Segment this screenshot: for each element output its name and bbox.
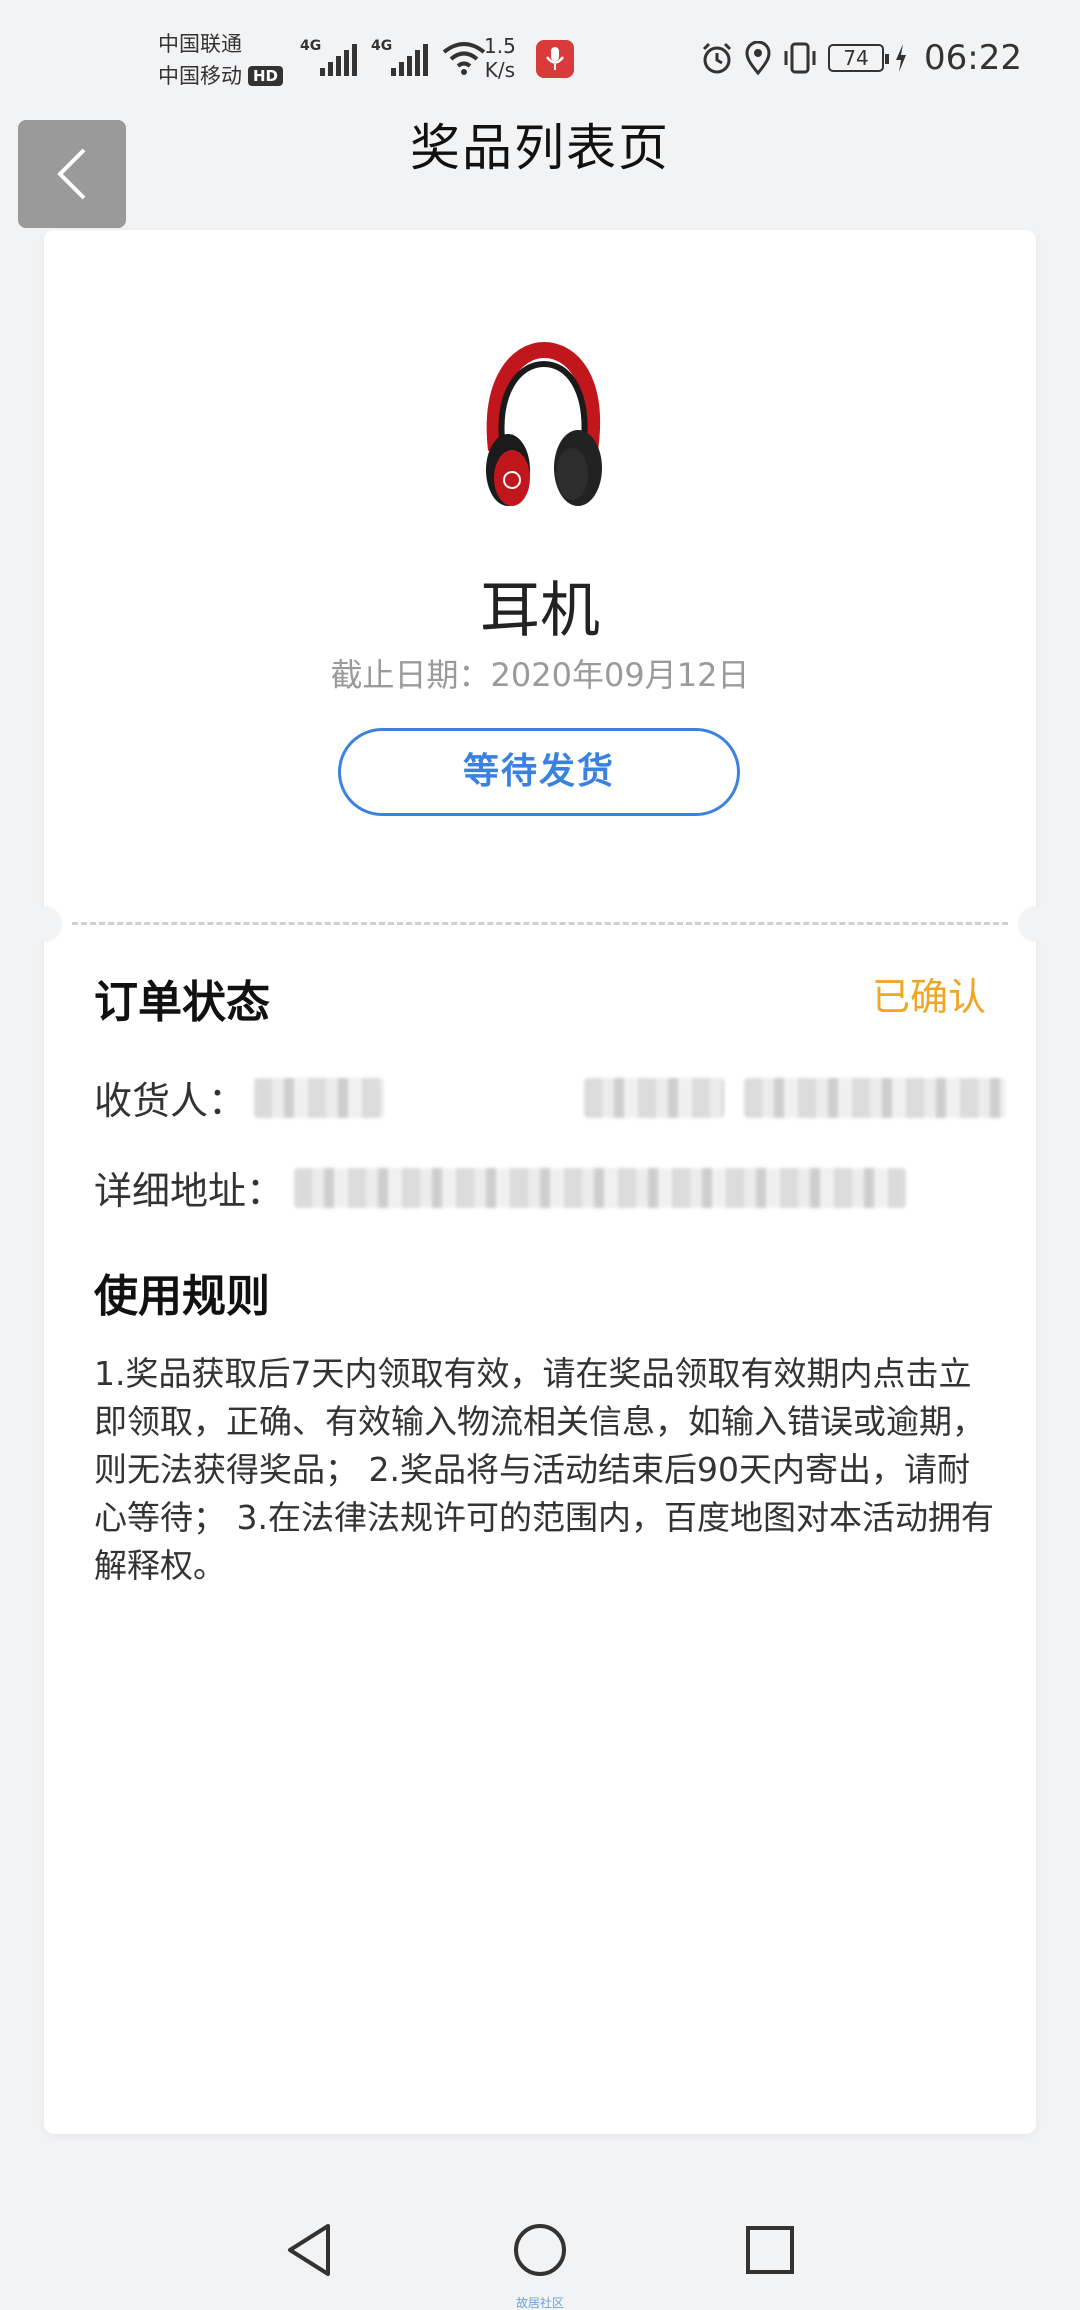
network-type-1: 4G	[300, 38, 322, 54]
order-status-value: 已确认	[871, 975, 986, 1019]
signal-group: 4G 4G	[300, 38, 486, 76]
address-label: 详细地址：	[94, 1169, 285, 1213]
nav-home-icon[interactable]	[510, 2220, 570, 2280]
nav-back-icon[interactable]	[280, 2220, 340, 2280]
network-type-2: 4G	[371, 38, 393, 54]
order-status-title: 订单状态	[94, 977, 270, 1028]
vibrate-icon	[784, 42, 816, 74]
signal-icon: 4G	[300, 38, 357, 76]
rules-title: 使用规则	[94, 1271, 270, 1322]
card-notch-left	[26, 906, 62, 942]
page-title: 奖品列表页	[410, 119, 670, 177]
charging-icon	[896, 44, 907, 72]
battery-icon: 74	[828, 44, 890, 72]
prize-card: 耳机 截止日期：2020年09月12日 等待发货 订单状态 已确认 收货人： 详…	[26, 230, 1054, 2134]
hd-badge: HD	[248, 66, 284, 86]
nav-recents-icon[interactable]	[740, 2220, 800, 2280]
receiver-row: 收货人：	[94, 1070, 1007, 1125]
signal-icon: 4G	[371, 38, 428, 76]
redacted-receiver-name	[254, 1077, 385, 1118]
alarm-icon	[702, 42, 732, 74]
carrier-1: 中国联通	[158, 32, 242, 56]
redacted-receiver-info	[584, 1077, 725, 1118]
receiver-label: 收货人：	[94, 1079, 247, 1123]
dashed-divider	[72, 922, 1008, 925]
speed-value: 1.5	[484, 34, 516, 58]
network-speed: 1.5 K/s	[484, 34, 516, 82]
mic-icon	[536, 40, 574, 78]
navigation-bar: 故居社区	[0, 2190, 1080, 2310]
card-notch-right	[1018, 906, 1054, 942]
address-row: 详细地址：	[94, 1160, 907, 1215]
status-right: 74 06:22	[700, 38, 1022, 78]
carrier-2: 中国移动	[158, 64, 242, 88]
rules-text: 1.奖品获取后7天内领取有效，请在奖品领取有效期内点击立即领取，正确、有效输入物…	[94, 1354, 994, 1585]
wifi-icon	[442, 42, 486, 75]
shipping-status-button[interactable]: 等待发货	[338, 728, 740, 816]
speed-unit: K/s	[484, 58, 516, 82]
carrier-info: 中国联通 中国移动 HD	[158, 28, 284, 92]
deadline-text: 截止日期：2020年09月12日	[330, 656, 750, 694]
prize-name: 耳机	[480, 576, 600, 646]
status-bar: 中国联通 中国移动 HD 4G 4G 1.5 K/s 74 06:22	[0, 0, 1080, 110]
location-icon	[745, 41, 771, 75]
redacted-receiver-phone	[744, 1077, 1007, 1118]
redacted-address	[294, 1167, 907, 1208]
nav-caption: 故居社区	[515, 2296, 564, 2310]
clock: 06:22	[924, 38, 1022, 78]
headphones-icon	[486, 341, 602, 506]
